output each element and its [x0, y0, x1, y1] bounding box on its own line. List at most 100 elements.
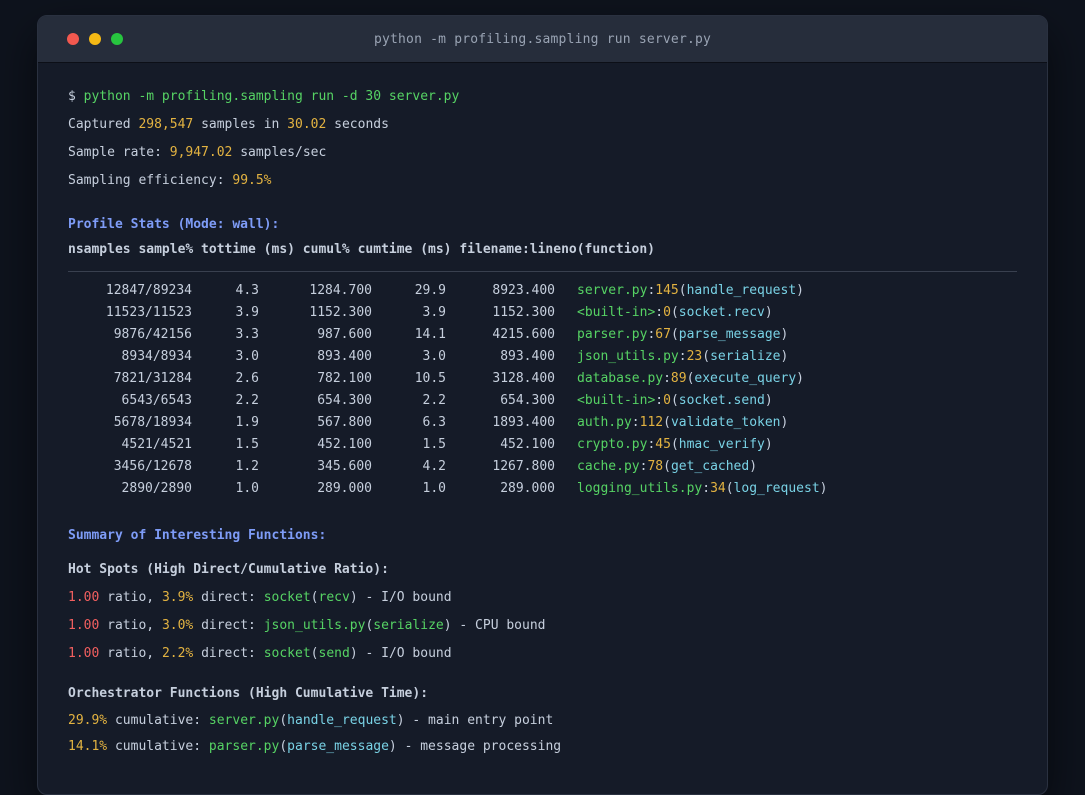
maximize-button[interactable] [111, 33, 123, 45]
function-name: socket.send [678, 393, 765, 408]
text-segment: ( [670, 305, 679, 320]
filename: cache.py [577, 459, 640, 474]
cumtime-ms: 4215.600 [492, 327, 555, 342]
text-segment: : [678, 349, 687, 364]
table-row: 12847/89234 4.3 1284.700 29.9 8923.400 server… [68, 280, 1017, 302]
text-segment: ) [796, 371, 804, 386]
stat-line: Sample rate: 9,947.02 samples/sec [68, 139, 1017, 167]
cumtime-ms: 1152.300 [492, 305, 555, 320]
table-row: 5678/18934 1.9 567.800 6.3 1893.400 auth.py:1… [68, 412, 1017, 434]
function-name: parse_message [678, 327, 781, 342]
tottime-ms: 345.600 [317, 459, 372, 474]
function-name: handle_request [686, 283, 797, 298]
text-segment: ) [764, 393, 773, 408]
filename: <built-in> [577, 393, 656, 408]
cumtime-ms: 289.000 [500, 481, 555, 496]
terminal-titlebar[interactable]: python -m profiling.sampling run server.… [38, 16, 1047, 63]
cumtime-ms: 654.300 [500, 393, 555, 408]
text-segment: ) [349, 590, 358, 605]
table-row: 11523/11523 3.9 1152.300 3.9 1152.300 <built-… [68, 302, 1017, 324]
note-label: - message processing [396, 739, 562, 754]
text-segment: ) [764, 437, 773, 452]
nsamples: 8934/8934 [121, 349, 192, 364]
sample-percent: 1.0 [235, 481, 259, 496]
function-name: send [318, 646, 350, 661]
cumul-percent: 1.0 [422, 481, 446, 496]
capture-stats: Captured 298,547 samples in 30.02 second… [68, 111, 1017, 195]
function-name: execute_query [694, 371, 797, 386]
text-segment: ) [349, 646, 358, 661]
hotspot-line: 1.00 ratio, 3.0% direct: json_utils.py(s… [68, 612, 1017, 640]
text-segment: ) [796, 283, 804, 298]
text-segment: seconds [326, 117, 389, 132]
filename: logging_utils.py [577, 481, 703, 496]
minimize-button[interactable] [89, 33, 101, 45]
tottime-ms: 1284.700 [309, 283, 372, 298]
function-name: log_request [733, 481, 820, 496]
sample-percent: 3.0 [235, 349, 259, 364]
line-number: 34 [710, 481, 726, 496]
text-segment: ( [725, 481, 734, 496]
text-segment: ( [670, 393, 679, 408]
text-segment: ( [678, 283, 687, 298]
cumtime-ms: 8923.400 [492, 283, 555, 298]
sample-percent: 3.3 [235, 327, 259, 342]
hotspots-list: 1.00 ratio, 3.9% direct: socket(recv) - … [68, 584, 1017, 668]
text-segment: ) [780, 327, 789, 342]
nsamples: 9876/42156 [113, 327, 192, 342]
percent-value: 3.9% [161, 590, 194, 605]
line-number: 78 [647, 459, 664, 474]
nsamples: 6543/6543 [121, 393, 192, 408]
percent-value: 3.0% [161, 618, 194, 633]
stat-line: Captured 298,547 samples in 30.02 second… [68, 111, 1017, 139]
text-segment: ( [310, 646, 319, 661]
sample-percent: 4.3 [235, 283, 259, 298]
target-name: json_utils.py [263, 618, 366, 633]
text-segment: ( [663, 415, 671, 430]
text-segment: ( [663, 459, 671, 474]
table-row: 6543/6543 2.2 654.300 2.2 654.300 <built-in>:… [68, 390, 1017, 412]
cumtime-ms: 1267.800 [492, 459, 555, 474]
text-segment: ratio, [99, 646, 162, 661]
text-segment: ( [670, 327, 679, 342]
text-segment: cumulative: [107, 713, 209, 728]
cumul-percent: 2.2 [422, 393, 446, 408]
text-segment: ) [388, 739, 397, 754]
table-row: 8934/8934 3.0 893.400 3.0 893.400 json_utils.… [68, 346, 1017, 368]
hotspot-line: 1.00 ratio, 2.2% direct: socket(send) - … [68, 640, 1017, 668]
text-segment: Sample rate: [68, 145, 170, 160]
cumtime-ms: 893.400 [500, 349, 555, 364]
shell-prompt: $ [68, 89, 84, 104]
function-name: parse_message [287, 739, 389, 754]
line-number: 0 [663, 393, 671, 408]
target-name: socket [263, 590, 311, 605]
nsamples: 3456/12678 [113, 459, 192, 474]
nsamples: 7821/31284 [113, 371, 192, 386]
orchestrator-line: 14.1% cumulative: parser.py(parse_messag… [68, 734, 1017, 760]
window-controls [38, 33, 123, 45]
sample-percent: 3.9 [235, 305, 259, 320]
tottime-ms: 782.100 [317, 371, 372, 386]
orchestrator-heading: Orchestrator Functions (High Cumulative … [68, 686, 429, 701]
text-segment: : [655, 393, 664, 408]
filename: parser.py [208, 739, 280, 754]
table-row: 4521/4521 1.5 452.100 1.5 452.100 crypto.py:4… [68, 434, 1017, 456]
sample-percent: 1.2 [235, 459, 259, 474]
close-button[interactable] [67, 33, 79, 45]
duration-seconds: 30.02 [287, 117, 327, 132]
sample-rate: 9,947.02 [169, 145, 233, 160]
terminal-body[interactable]: $ python -m profiling.sampling run -d 30… [38, 63, 1047, 780]
text-segment: ) [764, 305, 773, 320]
nsamples: 4521/4521 [121, 437, 192, 452]
command-text: python -m profiling.sampling run -d 30 s… [83, 89, 460, 104]
hotspot-line: 1.00 ratio, 3.9% direct: socket(recv) - … [68, 584, 1017, 612]
tottime-ms: 289.000 [317, 481, 372, 496]
table-divider [68, 271, 1017, 272]
hotspots-heading: Hot Spots (High Direct/Cumulative Ratio)… [68, 562, 389, 577]
note-label: - main entry point [404, 713, 554, 728]
target-name: socket [263, 646, 311, 661]
text-segment: cumulative: [107, 739, 209, 754]
text-segment: ( [279, 713, 288, 728]
cumtime-ms: 3128.400 [492, 371, 555, 386]
line-number: 67 [655, 327, 671, 342]
